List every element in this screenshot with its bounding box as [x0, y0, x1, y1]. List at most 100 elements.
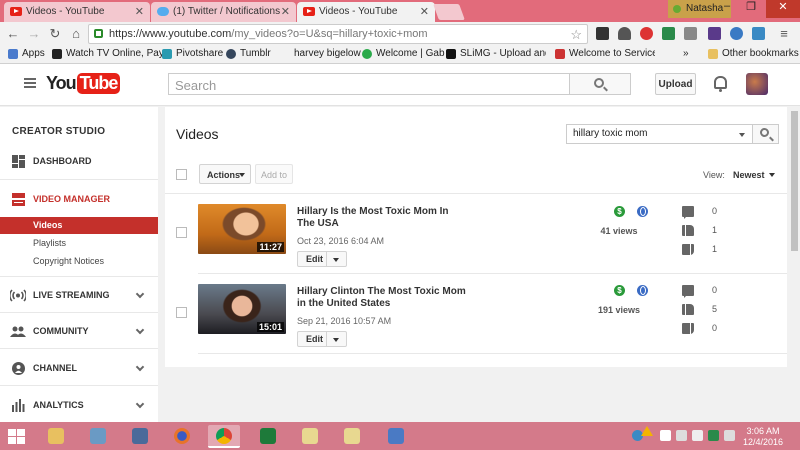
- youtube-icon: [303, 7, 315, 16]
- bookmark-slimg[interactable]: SLiMG - Upload and S: [446, 48, 546, 59]
- url-bar[interactable]: https://www.youtube.com/my_videos?o=U&sq…: [88, 24, 588, 44]
- video-search-input[interactable]: hillary toxic mom: [566, 124, 779, 144]
- warning-icon[interactable]: [641, 426, 653, 436]
- close-window-icon[interactable]: ✕: [766, 0, 800, 18]
- extension-icon[interactable]: [596, 27, 609, 40]
- taskbar-clock[interactable]: 3:06 AM 12/4/2016: [740, 426, 786, 448]
- search-button[interactable]: [569, 73, 631, 95]
- back-icon[interactable]: ←: [5, 26, 21, 41]
- taskbar-app-control-panel[interactable]: [82, 425, 114, 448]
- edit-dropdown-icon[interactable]: [333, 258, 339, 262]
- sidebar-subitem-videos[interactable]: Videos: [0, 217, 158, 234]
- adblock-icon[interactable]: [640, 27, 653, 40]
- edit-button[interactable]: Edit: [297, 331, 347, 347]
- sort-dropdown[interactable]: Newest: [733, 170, 775, 180]
- bookmarks-overflow[interactable]: »: [683, 48, 689, 59]
- taskbar-app-firefox[interactable]: [166, 425, 198, 448]
- menu-icon[interactable]: ≡: [776, 26, 792, 41]
- bookmark-star-icon[interactable]: ☆: [570, 27, 582, 43]
- sidebar-item-video-manager[interactable]: VIDEO MANAGER: [0, 190, 158, 210]
- logo-tube: Tube: [76, 73, 121, 94]
- minimize-icon[interactable]: –: [716, 0, 738, 12]
- taskbar-app-file-explorer[interactable]: [40, 425, 72, 448]
- search-input[interactable]: Search: [168, 73, 570, 95]
- sidebar-item-label: LIVE STREAMING: [33, 290, 110, 300]
- browser-tab-2[interactable]: (1) Twitter / Notifications ✕: [151, 2, 296, 22]
- upload-button[interactable]: Upload: [655, 73, 696, 95]
- browser-tab-3[interactable]: Videos - YouTube ✕: [297, 2, 435, 22]
- bookmark-apps[interactable]: Apps: [8, 48, 45, 59]
- extension-icon[interactable]: [684, 27, 697, 40]
- sidebar-item-channel[interactable]: CHANNEL: [0, 359, 158, 379]
- taskbar-app-computer[interactable]: [124, 425, 156, 448]
- windows-start-icon[interactable]: [8, 429, 25, 444]
- volume-icon[interactable]: [724, 430, 735, 441]
- taskbar-app-excel[interactable]: [252, 425, 284, 448]
- extension-icon[interactable]: [752, 27, 765, 40]
- sidebar-item-live-streaming[interactable]: LIVE STREAMING: [0, 286, 158, 306]
- sidebar-item-dashboard[interactable]: DASHBOARD: [0, 152, 158, 172]
- bookmark-gab[interactable]: Welcome | Gab: [362, 48, 445, 59]
- edit-dropdown-icon[interactable]: [333, 338, 339, 342]
- signal-icon[interactable]: [676, 430, 687, 441]
- hamburger-menu-icon[interactable]: [24, 78, 36, 88]
- video-title-link[interactable]: Hillary Clinton The Most Toxic Mom in th…: [297, 286, 467, 310]
- excel-icon: [260, 428, 276, 444]
- extension-icon[interactable]: [708, 27, 721, 40]
- bookmark-tumblr[interactable]: Tumblr: [226, 48, 271, 59]
- tab-title: (1) Twitter / Notifications: [173, 6, 281, 17]
- page-scrollbar[interactable]: [789, 107, 800, 422]
- close-tab-icon[interactable]: ✕: [281, 5, 290, 18]
- scrollbar-thumb[interactable]: [791, 111, 798, 251]
- restore-icon[interactable]: ❐: [740, 0, 762, 13]
- sidebar-subitem-label: Playlists: [33, 238, 67, 248]
- video-thumbnail[interactable]: 15:01: [198, 284, 286, 334]
- tray-icon[interactable]: [660, 430, 671, 441]
- avatar[interactable]: [746, 73, 768, 95]
- bookmark-other[interactable]: Other bookmarks: [708, 48, 799, 59]
- divider: [0, 385, 158, 386]
- taskbar-app-notes-2[interactable]: [336, 425, 368, 448]
- taskbar-app-chrome[interactable]: [208, 425, 240, 448]
- actions-dropdown[interactable]: Actions: [199, 164, 251, 184]
- extension-icon[interactable]: [730, 27, 743, 40]
- bookmark-harvey[interactable]: harvey bigelow: [280, 48, 361, 59]
- close-tab-icon[interactable]: ✕: [420, 5, 429, 18]
- video-title-link[interactable]: Hillary Is the Most Toxic Mom In The USA: [297, 206, 467, 230]
- sidebar-item-analytics[interactable]: ANALYTICS: [0, 396, 158, 416]
- video-search-button[interactable]: [752, 124, 779, 144]
- tray-icon[interactable]: [708, 430, 719, 441]
- apps-icon: [8, 49, 18, 59]
- forward-icon[interactable]: →: [26, 26, 42, 41]
- close-tab-icon[interactable]: ✕: [135, 5, 144, 18]
- bookmark-service[interactable]: Welcome to Service C: [555, 48, 655, 59]
- sidebar-item-community[interactable]: COMMUNITY: [0, 322, 158, 342]
- bookmark-pivotshare[interactable]: Pivotshare: [162, 48, 223, 59]
- home-icon[interactable]: ⌂: [68, 26, 84, 41]
- youtube-logo[interactable]: You Tube: [46, 73, 121, 95]
- extension-icon[interactable]: [662, 27, 675, 40]
- shield-extension-icon[interactable]: [618, 27, 631, 40]
- sidebar-subitem-copyright[interactable]: Copyright Notices: [0, 253, 158, 270]
- video-duration: 15:01: [256, 322, 284, 332]
- video-thumbnail[interactable]: 11:27: [198, 204, 286, 254]
- edit-button[interactable]: Edit: [297, 251, 347, 267]
- reload-icon[interactable]: ↻: [47, 26, 63, 42]
- select-all-checkbox[interactable]: [176, 169, 187, 180]
- taskbar-app-notes[interactable]: [294, 425, 326, 448]
- public-globe-icon[interactable]: [637, 206, 648, 217]
- monetization-icon[interactable]: $: [614, 206, 625, 217]
- new-tab-button[interactable]: [433, 4, 465, 20]
- add-to-button[interactable]: Add to: [255, 164, 293, 184]
- sidebar-subitem-playlists[interactable]: Playlists: [0, 235, 158, 252]
- taskbar-app-viewer[interactable]: [380, 425, 412, 448]
- browser-tab-1[interactable]: Videos - YouTube ✕: [4, 2, 150, 22]
- row-checkbox[interactable]: [176, 227, 187, 238]
- public-globe-icon[interactable]: [637, 285, 648, 296]
- dropdown-arrow-icon[interactable]: [739, 133, 745, 137]
- monetization-icon[interactable]: $: [614, 285, 625, 296]
- notifications-bell-icon[interactable]: [714, 76, 727, 92]
- row-checkbox[interactable]: [176, 307, 187, 318]
- flag-icon[interactable]: [692, 430, 703, 441]
- bookmark-watch-tv[interactable]: Watch TV Online, Pay: [52, 48, 164, 59]
